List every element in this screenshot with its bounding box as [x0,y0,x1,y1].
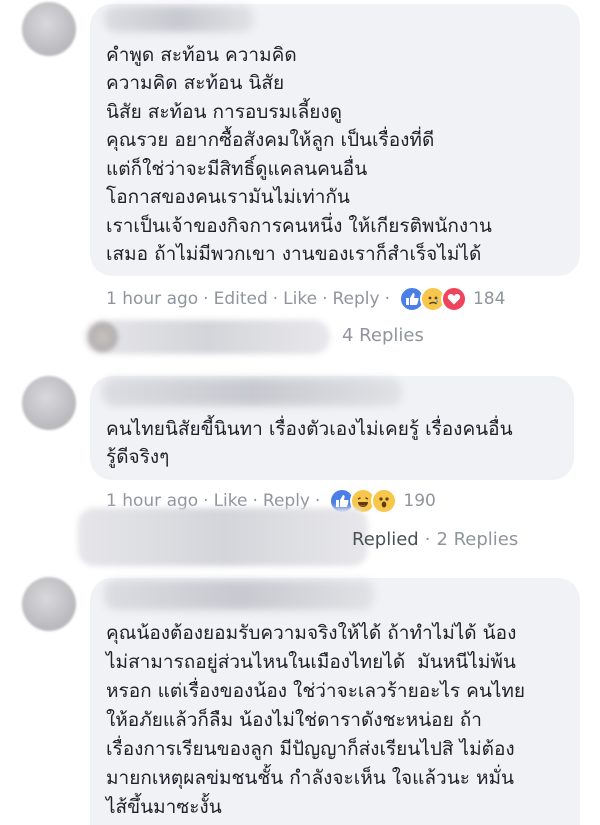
separator: · [272,289,279,309]
separator: · [203,289,209,309]
wow-icon [371,488,398,514]
comment-line: แต่ก็ใช่ว่าจะมีสิทธิ์ดูแคลนคนอื่น [106,158,368,180]
separator: · [424,529,431,550]
commenter-name[interactable] [104,580,374,610]
comment-line: โอกาสของคนเรามันไม่เท่ากัน [106,186,350,208]
edited-label[interactable]: Edited [214,289,268,309]
comment-line: คุณรวย อยากซื้อสังคมให้ลูก เป็นเรื่องที่… [106,129,435,151]
reaction-count: 184 [472,289,506,309]
commenter-name[interactable] [104,6,254,32]
comment-line: เรื่องการเรียนของลูก มีปัญญาก็ส่งเรียนไป… [106,738,515,760]
commenter-name[interactable] [102,378,402,406]
reply-button[interactable]: Reply [332,289,379,309]
separator: · [384,289,390,309]
comment-line: เราเป็นเจ้าของกิจการคนหนึ่ง ให้เกียรติพน… [106,215,492,237]
reply-preview-names[interactable] [85,320,330,354]
comment-line: ให้อภัยแล้วก็ลืม น้องไม่ใช่ดาราดังชะหน่อ… [106,709,482,731]
replied-by-label[interactable]: Replied · 2 Replies [352,529,518,550]
like-button[interactable]: Like [283,289,317,309]
reaction-count: 190 [403,491,436,511]
separator: · [322,289,328,309]
comment-line: รู้ดีจริงๆ [106,446,170,468]
commenter-avatar[interactable] [22,376,76,430]
view-replies-link[interactable]: 2 Replies [436,529,518,550]
comment-line: เสมอ ถ้าไม่มีพวกเขา งานของเราก็สำเร็จไม่… [106,243,482,265]
commenter-avatar[interactable] [22,2,76,56]
comment-line: คนไทยนิสัยขี้นินทา เรื่องตัวเองไม่เคยรู้… [106,418,513,440]
comment-line: คุณน้องต้องยอมรับความจริงให้ได้ ถ้าทำไม่… [106,622,517,644]
timestamp[interactable]: 1 hour ago [106,289,198,309]
comment-line: ไม่สามารถอยู่ส่วนไหนในเมืองไทยได้ มันหนี… [106,651,516,673]
reply-avatar [88,322,118,352]
comment-line: หรอก แต่เรื่องของน้อง ใช่ว่าจะเลวร้ายอะไ… [106,680,526,702]
comment-line: คำพูด สะท้อน ความคิด [106,44,297,66]
replied-label: Replied [352,529,419,550]
comment-line: นิสัย สะท้อน การอบรมเลี้ยงดู [106,101,342,123]
commenter-avatar[interactable] [22,577,76,631]
reply-preview-names[interactable] [78,508,368,566]
reactions-summary[interactable]: 184 [398,286,506,312]
comment-line: ความคิด สะท้อน นิสัย [106,72,285,94]
comment-line: มายกเหตุผลข่มชนชั้น กำลังจะเห็น ใจแล้วนะ… [106,767,514,789]
love-icon [440,286,467,312]
view-replies-link[interactable]: 4 Replies [342,325,424,346]
comment-meta: 1 hour ago · Edited · Like · Reply · 184 [106,286,505,312]
comment-line: ไส้ขึ้นมาซะงั้น [106,796,222,818]
